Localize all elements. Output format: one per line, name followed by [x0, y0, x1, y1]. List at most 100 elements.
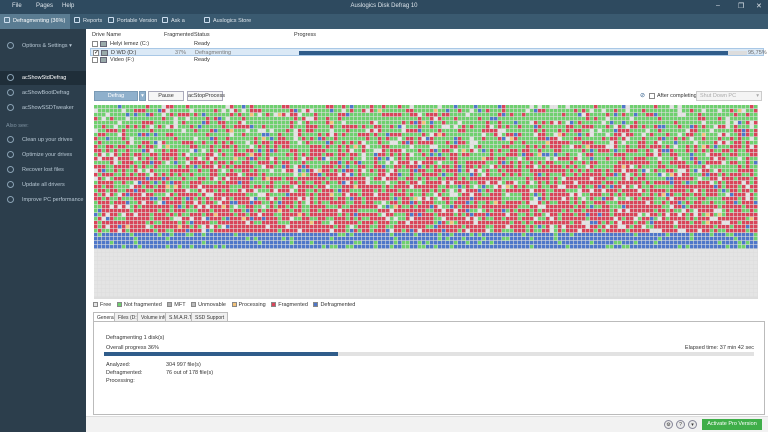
- tab-defragmenting[interactable]: Defragmenting (36%): [0, 14, 70, 29]
- after-completing-checkbox[interactable]: [649, 93, 655, 99]
- cluster-block: [322, 149, 326, 153]
- cluster-block: [290, 193, 294, 197]
- cluster-block: [234, 181, 238, 185]
- cluster-block: [130, 181, 134, 185]
- cluster-block: [210, 201, 214, 205]
- cluster-block: [730, 113, 734, 117]
- drive-row-f[interactable]: Video (F:) Ready: [90, 56, 764, 64]
- cluster-block: [658, 105, 662, 109]
- cluster-block: [330, 133, 334, 137]
- header-fragmented[interactable]: Fragmented: [164, 32, 194, 38]
- cluster-block: [286, 129, 290, 133]
- cluster-block: [350, 105, 354, 109]
- cluster-block: [406, 209, 410, 213]
- after-completing-select[interactable]: Shut Down PC ▾: [696, 91, 762, 101]
- cluster-block: [514, 169, 518, 173]
- cluster-block: [490, 201, 494, 205]
- sidebar-item-ssd-tweaker[interactable]: acShowSSDTweaker: [0, 101, 86, 115]
- link-recover-files[interactable]: Recover lost files: [0, 163, 86, 177]
- link-optimize-drives[interactable]: Optimize your drives: [0, 148, 86, 162]
- cluster-block: [546, 217, 550, 221]
- maximize-icon[interactable]: ❐: [738, 2, 744, 10]
- cluster-block: [122, 145, 126, 149]
- tab-ask-question[interactable]: Ask a Question: [158, 14, 202, 39]
- cluster-block: [562, 197, 566, 201]
- cluster-block: [670, 201, 674, 205]
- defrag-button[interactable]: Defrag: [94, 91, 138, 101]
- cluster-block: [526, 105, 530, 109]
- defrag-dropdown[interactable]: ▾: [139, 91, 146, 101]
- drive-checkbox[interactable]: [92, 41, 98, 47]
- cluster-block: [262, 113, 266, 117]
- header-status[interactable]: Status: [194, 32, 210, 38]
- cluster-block: [262, 217, 266, 221]
- cluster-block: [170, 169, 174, 173]
- cluster-block: [718, 137, 722, 141]
- cluster-block: [222, 221, 226, 225]
- cluster-block: [202, 121, 206, 125]
- cluster-block: [410, 213, 414, 217]
- drive-checkbox[interactable]: [92, 57, 98, 63]
- cluster-block: [590, 169, 594, 173]
- sidebar-item-boot-defrag[interactable]: acShowBootDefrag: [0, 86, 86, 100]
- cluster-block: [482, 129, 486, 133]
- cluster-block: [610, 209, 614, 213]
- options-settings[interactable]: Options & Settings ▾: [0, 39, 86, 53]
- cluster-block: [146, 113, 150, 117]
- cluster-block: [142, 197, 146, 201]
- pause-button[interactable]: Pause: [148, 91, 184, 101]
- tab-reports[interactable]: Reports: [70, 14, 104, 29]
- cluster-block: [470, 201, 474, 205]
- cluster-block: [154, 169, 158, 173]
- cluster-block: [330, 221, 334, 225]
- cluster-block: [190, 177, 194, 181]
- cluster-block: [298, 197, 302, 201]
- cluster-block: [394, 117, 398, 121]
- drive-row-c[interactable]: Helyi lemez (C:) Ready: [90, 40, 764, 48]
- cluster-block: [594, 217, 598, 221]
- cluster-block: [334, 117, 338, 121]
- cluster-block: [354, 181, 358, 185]
- cluster-block: [742, 209, 746, 213]
- cluster-block: [462, 197, 466, 201]
- cluster-block: [98, 137, 102, 141]
- cluster-block: [662, 165, 666, 169]
- drive-row-d[interactable]: D WD (D:) 37% Defragmenting 95,75%: [90, 48, 767, 57]
- cluster-block: [278, 185, 282, 189]
- cluster-block: [650, 125, 654, 129]
- cluster-block: [422, 125, 426, 129]
- filter-icon[interactable]: ⊘: [640, 92, 645, 99]
- cluster-block: [674, 213, 678, 217]
- link-update-drivers[interactable]: Update all drivers: [0, 178, 86, 192]
- cluster-block: [418, 189, 422, 193]
- cluster-block: [626, 165, 630, 169]
- cluster-block: [662, 209, 666, 213]
- link-improve-performance[interactable]: Improve PC performance: [0, 193, 86, 207]
- cluster-block: [282, 221, 286, 225]
- stop-button[interactable]: acStopProcess: [187, 91, 225, 101]
- cluster-block: [274, 137, 278, 141]
- link-clean-drives[interactable]: Clean up your drives: [0, 133, 86, 147]
- tab-store[interactable]: Auslogics Store: [200, 14, 256, 29]
- cluster-block: [718, 205, 722, 209]
- cluster-block: [134, 157, 138, 161]
- cluster-block: [602, 161, 606, 165]
- header-progress[interactable]: Progress: [294, 32, 316, 38]
- cluster-block: [402, 197, 406, 201]
- cluster-block: [398, 205, 402, 209]
- cluster-block: [390, 105, 394, 109]
- cluster-block: [126, 153, 130, 157]
- tab-portable-version[interactable]: Portable Version: [104, 14, 158, 29]
- header-drive-name[interactable]: Drive Name: [92, 32, 121, 38]
- cluster-block: [462, 121, 466, 125]
- cluster-block: [426, 221, 430, 225]
- cluster-block: [182, 125, 186, 129]
- sidebar-item-std-defrag[interactable]: acShowStdDefrag: [0, 71, 86, 85]
- cluster-block: [274, 169, 278, 173]
- cluster-block: [214, 105, 218, 109]
- cluster-block: [118, 221, 122, 225]
- minimize-icon[interactable]: –: [716, 2, 720, 9]
- cluster-block: [346, 169, 350, 173]
- cluster-block: [410, 109, 414, 113]
- close-icon[interactable]: ✕: [756, 2, 762, 10]
